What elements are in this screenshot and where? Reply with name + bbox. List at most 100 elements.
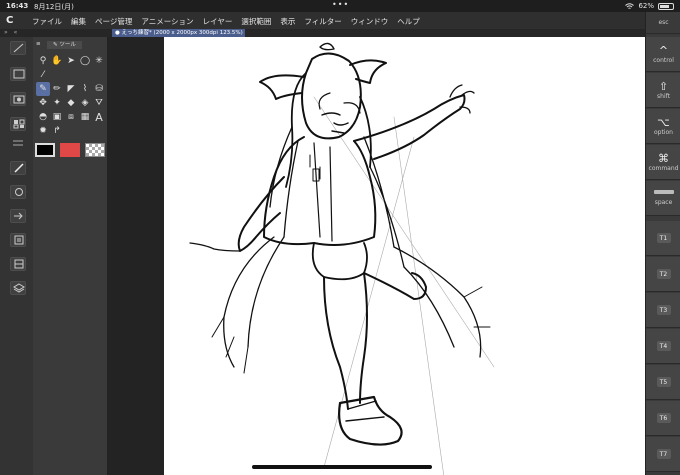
home-indicator[interactable] bbox=[252, 465, 432, 469]
command-key[interactable]: ⌘ command bbox=[646, 145, 680, 180]
sub-tool-icon[interactable] bbox=[10, 92, 26, 106]
t4-key[interactable]: T4 bbox=[646, 329, 680, 364]
tool-palette: ≡ ✎ ツール ⚲ ✋ ➤ ◯ ✳ ⁄ ✎ ✏ ◤ ⌇ ⛁ ✥ ✦ ◆ ◈ ⛛ … bbox=[33, 37, 108, 475]
layers-icon[interactable] bbox=[10, 281, 26, 295]
t5-key[interactable]: T5 bbox=[646, 365, 680, 400]
eraser-tool-icon[interactable]: ◆ bbox=[64, 96, 78, 110]
wifi-icon bbox=[625, 2, 635, 9]
tool-palette-tab[interactable]: ✎ ツール bbox=[47, 41, 82, 49]
control-key[interactable]: ^ control bbox=[646, 37, 680, 72]
document-tab[interactable]: ● えっち練習* (2000 x 2000px 300dpi 123.5%) bbox=[112, 29, 245, 37]
history-icon[interactable] bbox=[10, 233, 26, 247]
shift-icon: ⇧ bbox=[658, 79, 669, 93]
t6-key[interactable]: T6 bbox=[646, 401, 680, 436]
option-key[interactable]: ⌥ option bbox=[646, 109, 680, 144]
zoom-tool-icon[interactable]: ⚲ bbox=[36, 54, 50, 68]
menu-page-management[interactable]: ページ管理 bbox=[95, 16, 132, 27]
t7-key[interactable]: T7 bbox=[646, 437, 680, 472]
multitasking-dots[interactable]: ••• bbox=[332, 0, 349, 9]
grid-tool-icon[interactable]: ▦ bbox=[78, 110, 92, 124]
space-label: space bbox=[654, 199, 673, 206]
operation-tool-icon[interactable]: ➤ bbox=[64, 54, 78, 68]
menu-help[interactable]: ヘルプ bbox=[397, 16, 420, 27]
drawing-canvas[interactable] bbox=[164, 37, 649, 475]
tool-palette-title: ツール bbox=[59, 42, 76, 48]
space-key[interactable]: space bbox=[646, 181, 680, 216]
menu-items: ファイル 編集 ページ管理 アニメーション レイヤー 選択範囲 表示 フィルター… bbox=[32, 16, 420, 27]
palette-menu-icon[interactable]: ≡ bbox=[36, 41, 41, 47]
frame-tool-icon[interactable]: ⧈ bbox=[64, 110, 78, 124]
esc-label: esc bbox=[658, 19, 669, 26]
workspace bbox=[108, 37, 649, 475]
t3-label: T3 bbox=[656, 305, 671, 315]
t2-label: T2 bbox=[656, 269, 671, 279]
t7-label: T7 bbox=[656, 449, 671, 459]
t1-key[interactable]: T1 bbox=[646, 221, 680, 256]
airbrush-tool-icon[interactable]: ⛁ bbox=[92, 82, 106, 96]
menu-filter[interactable]: フィルター bbox=[304, 16, 341, 27]
t3-key[interactable]: T3 bbox=[646, 293, 680, 328]
menu-edit[interactable]: 編集 bbox=[71, 16, 86, 27]
balloon-tool-icon[interactable]: ✹ bbox=[36, 124, 50, 138]
t2-key[interactable]: T2 bbox=[646, 257, 680, 292]
sub-color-swatch[interactable] bbox=[60, 143, 80, 157]
menu-selection[interactable]: 選択範囲 bbox=[241, 16, 271, 27]
document-tab-row: » « ● えっち練習* (2000 x 2000px 300dpi 123.5… bbox=[0, 29, 645, 37]
esc-key[interactable]: esc bbox=[646, 12, 680, 34]
material-icon[interactable] bbox=[10, 209, 26, 223]
shift-label: shift bbox=[657, 92, 670, 100]
option-icon: ⌥ bbox=[657, 115, 670, 129]
text-tool-icon[interactable]: A bbox=[92, 110, 106, 124]
hand-tool-icon[interactable]: ✋ bbox=[50, 54, 64, 68]
pencil-tool-icon[interactable]: ✏ bbox=[50, 82, 64, 96]
control-label: control bbox=[653, 56, 674, 64]
menu-layer[interactable]: レイヤー bbox=[203, 16, 233, 27]
menu-view[interactable]: 表示 bbox=[280, 16, 295, 27]
battery-icon bbox=[658, 2, 674, 10]
layer-property-icon[interactable] bbox=[10, 257, 26, 271]
battery-percent: 62% bbox=[638, 2, 654, 10]
brush-tool-icon[interactable]: ⌇ bbox=[78, 82, 92, 96]
navigator-icon[interactable] bbox=[10, 185, 26, 199]
tool-palette-header: ≡ ✎ ツール bbox=[33, 41, 107, 49]
tool-grid: ⚲ ✋ ➤ ◯ ✳ ⁄ ✎ ✏ ◤ ⌇ ⛁ ✥ ✦ ◆ ◈ ⛛ ◓ ▣ ⧈ ▦ … bbox=[36, 54, 106, 138]
blank-slot bbox=[50, 68, 64, 82]
app-logo-icon[interactable]: C bbox=[6, 15, 13, 26]
blend-tool-icon[interactable]: ◈ bbox=[78, 96, 92, 110]
left-palette-bar bbox=[0, 37, 34, 475]
color-swatches bbox=[35, 143, 105, 157]
eyedropper-icon[interactable]: ⁄ bbox=[36, 68, 50, 82]
adjust-icon[interactable] bbox=[10, 137, 26, 151]
decoration-tool-icon[interactable]: ✦ bbox=[50, 96, 64, 110]
correct-line-tool-icon[interactable]: ↱ bbox=[50, 124, 64, 138]
shift-key[interactable]: ⇧ shift bbox=[646, 73, 680, 108]
magic-wand-icon[interactable]: ✳ bbox=[92, 54, 106, 68]
pen-tool-icon[interactable]: ✎ bbox=[36, 82, 50, 96]
pen-icon[interactable] bbox=[10, 161, 26, 175]
lasso-tool-icon[interactable]: ◯ bbox=[78, 54, 92, 68]
menu-animation[interactable]: アニメーション bbox=[141, 16, 193, 27]
command-icon: ⌘ bbox=[658, 151, 669, 165]
color-wheel-icon[interactable] bbox=[10, 117, 26, 131]
t1-label: T1 bbox=[656, 233, 671, 243]
blank-slot bbox=[92, 68, 106, 82]
menu-window[interactable]: ウィンドウ bbox=[351, 16, 389, 27]
move-tool-icon[interactable]: ✥ bbox=[36, 96, 50, 110]
t6-label: T6 bbox=[656, 413, 671, 423]
tool-property-icon[interactable] bbox=[10, 67, 26, 81]
panel-collapse-arrows[interactable]: » « bbox=[4, 29, 19, 36]
ruler-tool-icon[interactable]: ◤ bbox=[64, 82, 78, 96]
control-icon: ^ bbox=[658, 43, 669, 57]
clock: 16:43 bbox=[6, 2, 29, 10]
brush-size-icon[interactable] bbox=[10, 41, 26, 55]
option-label: option bbox=[654, 128, 673, 136]
date: 8月12日(月) bbox=[34, 3, 74, 11]
fill-tool-icon[interactable]: ⛛ bbox=[92, 96, 106, 110]
bucket-tool-icon[interactable]: ◓ bbox=[36, 110, 50, 124]
main-color-swatch[interactable] bbox=[35, 143, 55, 157]
blank-slot bbox=[64, 68, 78, 82]
gradient-tool-icon[interactable]: ▣ bbox=[50, 110, 64, 124]
status-right: 62% bbox=[625, 2, 674, 10]
transparent-color-swatch[interactable] bbox=[85, 143, 105, 157]
menu-file[interactable]: ファイル bbox=[32, 16, 62, 27]
